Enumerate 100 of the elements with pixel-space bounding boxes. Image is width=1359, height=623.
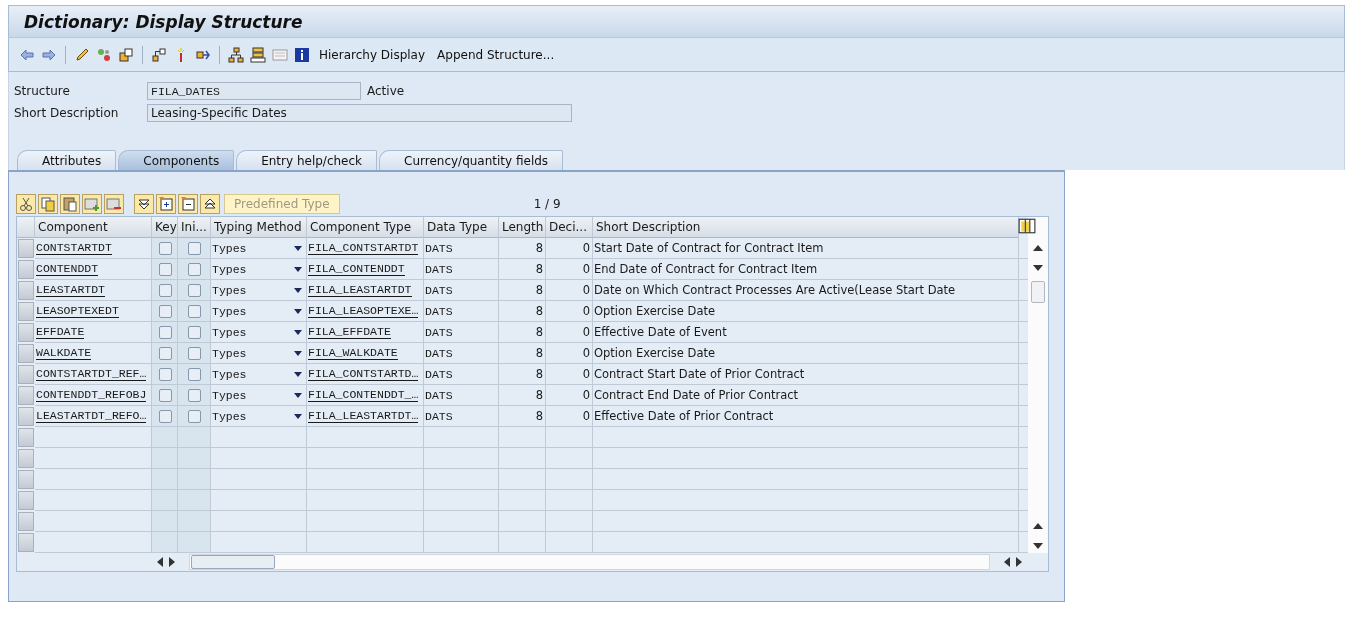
collapse-icon[interactable]: [200, 194, 220, 214]
component-type-link[interactable]: FILA_WALKDATE: [308, 346, 398, 360]
initial-checkbox[interactable]: [188, 241, 201, 255]
component-link[interactable]: CONTSTARTDT_REF…: [36, 367, 147, 381]
initial-checkbox[interactable]: [188, 262, 201, 276]
key-checkbox[interactable]: [158, 325, 172, 339]
tab[interactable]: Currency/quantity fields: [379, 150, 564, 170]
info-icon[interactable]: [294, 46, 310, 63]
component-link[interactable]: LEASTARTDT: [36, 283, 105, 297]
scroll-thumb[interactable]: [191, 555, 275, 569]
tab[interactable]: Attributes: [17, 150, 117, 170]
key-checkbox[interactable]: [158, 388, 172, 402]
tab[interactable]: Entry help/check: [236, 150, 378, 170]
column-settings-icon[interactable]: [1017, 217, 1037, 235]
dropdown-icon[interactable]: [294, 266, 302, 272]
component-type-link[interactable]: FILA_LEASOPTEXE…: [308, 304, 419, 318]
component-type-link[interactable]: FILA_CONTENDDT: [308, 262, 405, 276]
dropdown-icon[interactable]: [294, 329, 302, 335]
key-checkbox[interactable]: [158, 346, 172, 360]
initial-checkbox[interactable]: [188, 304, 201, 318]
dropdown-icon[interactable]: [294, 350, 302, 356]
initial-checkbox[interactable]: [188, 409, 201, 423]
component-link[interactable]: LEASTARTDT_REFO…: [36, 409, 147, 423]
column-header[interactable]: Short Description: [593, 217, 1019, 238]
column-header[interactable]: Component: [35, 217, 152, 238]
horizontal-scrollbar[interactable]: [189, 554, 990, 570]
copy-icon[interactable]: [38, 194, 58, 214]
toolbar-button[interactable]: Append Structure...: [434, 47, 558, 62]
column-header[interactable]: Length: [499, 217, 546, 238]
dropdown-icon[interactable]: [294, 371, 302, 377]
typing-method-dropdown[interactable]: Types: [211, 280, 307, 301]
hierarchy-icon[interactable]: [151, 46, 167, 63]
key-checkbox[interactable]: [158, 241, 172, 255]
component-type-link[interactable]: FILA_CONTSTARTD…: [308, 367, 419, 381]
scroll-up-icon[interactable]: [1033, 245, 1043, 251]
object-icon[interactable]: [118, 46, 134, 63]
dropdown-icon[interactable]: [294, 308, 302, 314]
delete-row-icon[interactable]: [104, 194, 124, 214]
dropdown-icon[interactable]: [294, 287, 302, 293]
key-checkbox[interactable]: [158, 262, 172, 276]
scroll-left-icon[interactable]: [1004, 557, 1010, 567]
typing-method-dropdown[interactable]: Types: [211, 364, 307, 385]
scroll-thumb[interactable]: [1031, 281, 1045, 303]
column-header[interactable]: Key: [152, 217, 178, 238]
typing-method-dropdown[interactable]: Types: [211, 259, 307, 280]
component-link[interactable]: LEASOPTEXEDT: [36, 304, 119, 318]
key-checkbox[interactable]: [158, 409, 172, 423]
key-checkbox[interactable]: [158, 367, 172, 381]
stack-icon[interactable]: [250, 46, 266, 63]
scroll-down-icon[interactable]: [1033, 265, 1043, 271]
scroll-right-icon[interactable]: [1016, 557, 1022, 567]
column-header[interactable]: Ini...: [178, 217, 211, 238]
add-icon[interactable]: [156, 194, 176, 214]
component-type-link[interactable]: FILA_CONTSTARTDT: [308, 241, 419, 255]
paste-icon[interactable]: [60, 194, 80, 214]
dropdown-icon[interactable]: [294, 413, 302, 419]
component-link[interactable]: CONTSTARTDT: [36, 241, 112, 255]
pencil-icon[interactable]: [74, 46, 90, 63]
typing-method-dropdown[interactable]: Types: [211, 238, 307, 259]
column-header[interactable]: Component Type: [307, 217, 424, 238]
component-link[interactable]: EFFDATE: [36, 325, 85, 339]
insert-row-icon[interactable]: [82, 194, 102, 214]
typing-method-dropdown[interactable]: Types: [211, 385, 307, 406]
toolbar-button[interactable]: Hierarchy Display: [316, 47, 429, 62]
component-type-link[interactable]: FILA_CONTENDDT_…: [308, 388, 419, 402]
initial-checkbox[interactable]: [188, 367, 201, 381]
typing-method-dropdown[interactable]: Types: [211, 301, 307, 322]
key-checkbox[interactable]: [158, 283, 172, 297]
component-type-link[interactable]: FILA_LEASTARTDT: [308, 283, 412, 297]
vertical-scrollbar[interactable]: [1028, 217, 1048, 553]
dropdown-icon[interactable]: [294, 245, 302, 251]
column-header[interactable]: Deci...: [546, 217, 593, 238]
initial-checkbox[interactable]: [188, 325, 201, 339]
component-link[interactable]: CONTENDDT: [36, 262, 99, 276]
tree-icon[interactable]: [228, 46, 244, 63]
component-type-link[interactable]: FILA_EFFDATE: [308, 325, 391, 339]
structure-field[interactable]: FILA_DATES: [147, 82, 361, 100]
column-header[interactable]: Data Type: [424, 217, 499, 238]
column-header[interactable]: Typing Method: [211, 217, 307, 238]
tab[interactable]: Components: [118, 150, 235, 170]
scissors-icon[interactable]: [16, 194, 36, 214]
circles-icon[interactable]: [96, 46, 112, 63]
component-link[interactable]: CONTENDDT_REFOBJ: [36, 388, 147, 402]
remove-icon[interactable]: [178, 194, 198, 214]
component-link[interactable]: WALKDATE: [36, 346, 92, 360]
key-checkbox[interactable]: [158, 304, 172, 318]
expand-icon[interactable]: [134, 194, 154, 214]
description-field[interactable]: Leasing-Specific Dates: [147, 104, 572, 122]
typing-method-dropdown[interactable]: Types: [211, 322, 307, 343]
initial-checkbox[interactable]: [188, 346, 201, 360]
dropdown-icon[interactable]: [294, 392, 302, 398]
typing-method-dropdown[interactable]: Types: [211, 343, 307, 364]
initial-checkbox[interactable]: [188, 283, 201, 297]
scroll-left-icon[interactable]: [157, 557, 163, 567]
initial-checkbox[interactable]: [188, 388, 201, 402]
component-type-link[interactable]: FILA_LEASTARTDT…: [308, 409, 419, 423]
scroll-down-icon[interactable]: [1033, 543, 1043, 549]
scroll-up-icon[interactable]: [1033, 523, 1043, 529]
scroll-right-icon[interactable]: [169, 557, 175, 567]
typing-method-dropdown[interactable]: Types: [211, 406, 307, 427]
